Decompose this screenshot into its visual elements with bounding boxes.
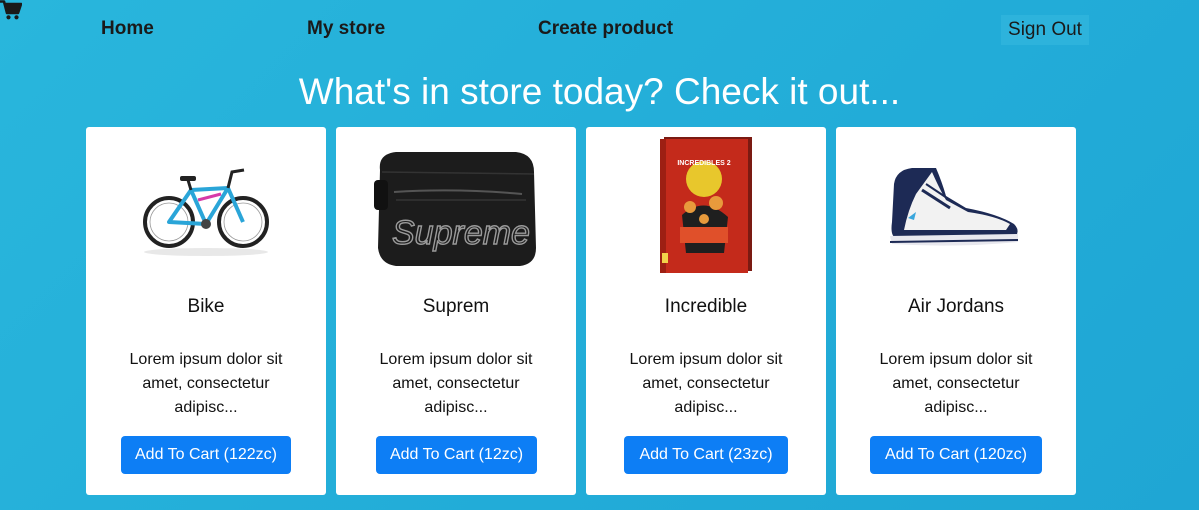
sneaker-image xyxy=(836,135,1076,275)
product-card-air-jordans: Air Jordans Lorem ipsum dolor sit amet, … xyxy=(836,127,1076,495)
nav-create-product-link[interactable]: Create product xyxy=(538,18,673,40)
book-image: INCREDIBLES 2 xyxy=(586,135,826,275)
product-card-incredible: INCREDIBLES 2 Incredible Lorem ipsum dol… xyxy=(586,127,826,495)
product-card-suprem: Supreme Suprem Lorem ipsum dolor sit ame… xyxy=(336,127,576,495)
shopping-cart-icon[interactable] xyxy=(0,0,23,24)
nav-my-store-link[interactable]: My store xyxy=(307,18,385,40)
product-description: Lorem ipsum dolor sit amet, consectetur … xyxy=(879,351,1033,416)
navbar: Home My store Create product Sign Out xyxy=(0,0,1199,60)
product-name: Bike xyxy=(187,296,225,317)
product-description: Lorem ipsum dolor sit amet, consectetur … xyxy=(129,351,283,416)
page-headline: What's in store today? Check it out... xyxy=(298,71,901,112)
book-title-text: INCREDIBLES 2 xyxy=(677,160,730,167)
add-to-cart-button[interactable]: Add To Cart (12zc) xyxy=(376,436,537,474)
product-name: Incredible xyxy=(664,296,748,317)
product-name: Suprem xyxy=(422,296,490,317)
product-card-bike: Bike Lorem ipsum dolor sit amet, consect… xyxy=(86,127,326,495)
add-to-cart-button[interactable]: Add To Cart (120zc) xyxy=(870,436,1042,474)
add-to-cart-button[interactable]: Add To Cart (122zc) xyxy=(121,436,291,474)
bag-logo-text: Supreme xyxy=(392,214,530,252)
product-description: Lorem ipsum dolor sit amet, consectetur … xyxy=(379,351,533,416)
bag-image: Supreme xyxy=(336,135,576,275)
nav-home-link[interactable]: Home xyxy=(101,18,154,40)
product-description: Lorem ipsum dolor sit amet, consectetur … xyxy=(629,351,783,416)
product-name: Air Jordans xyxy=(907,296,1005,317)
bicycle-image xyxy=(86,135,326,275)
add-to-cart-button[interactable]: Add To Cart (23zc) xyxy=(624,436,788,474)
sign-out-button[interactable]: Sign Out xyxy=(1001,15,1089,45)
